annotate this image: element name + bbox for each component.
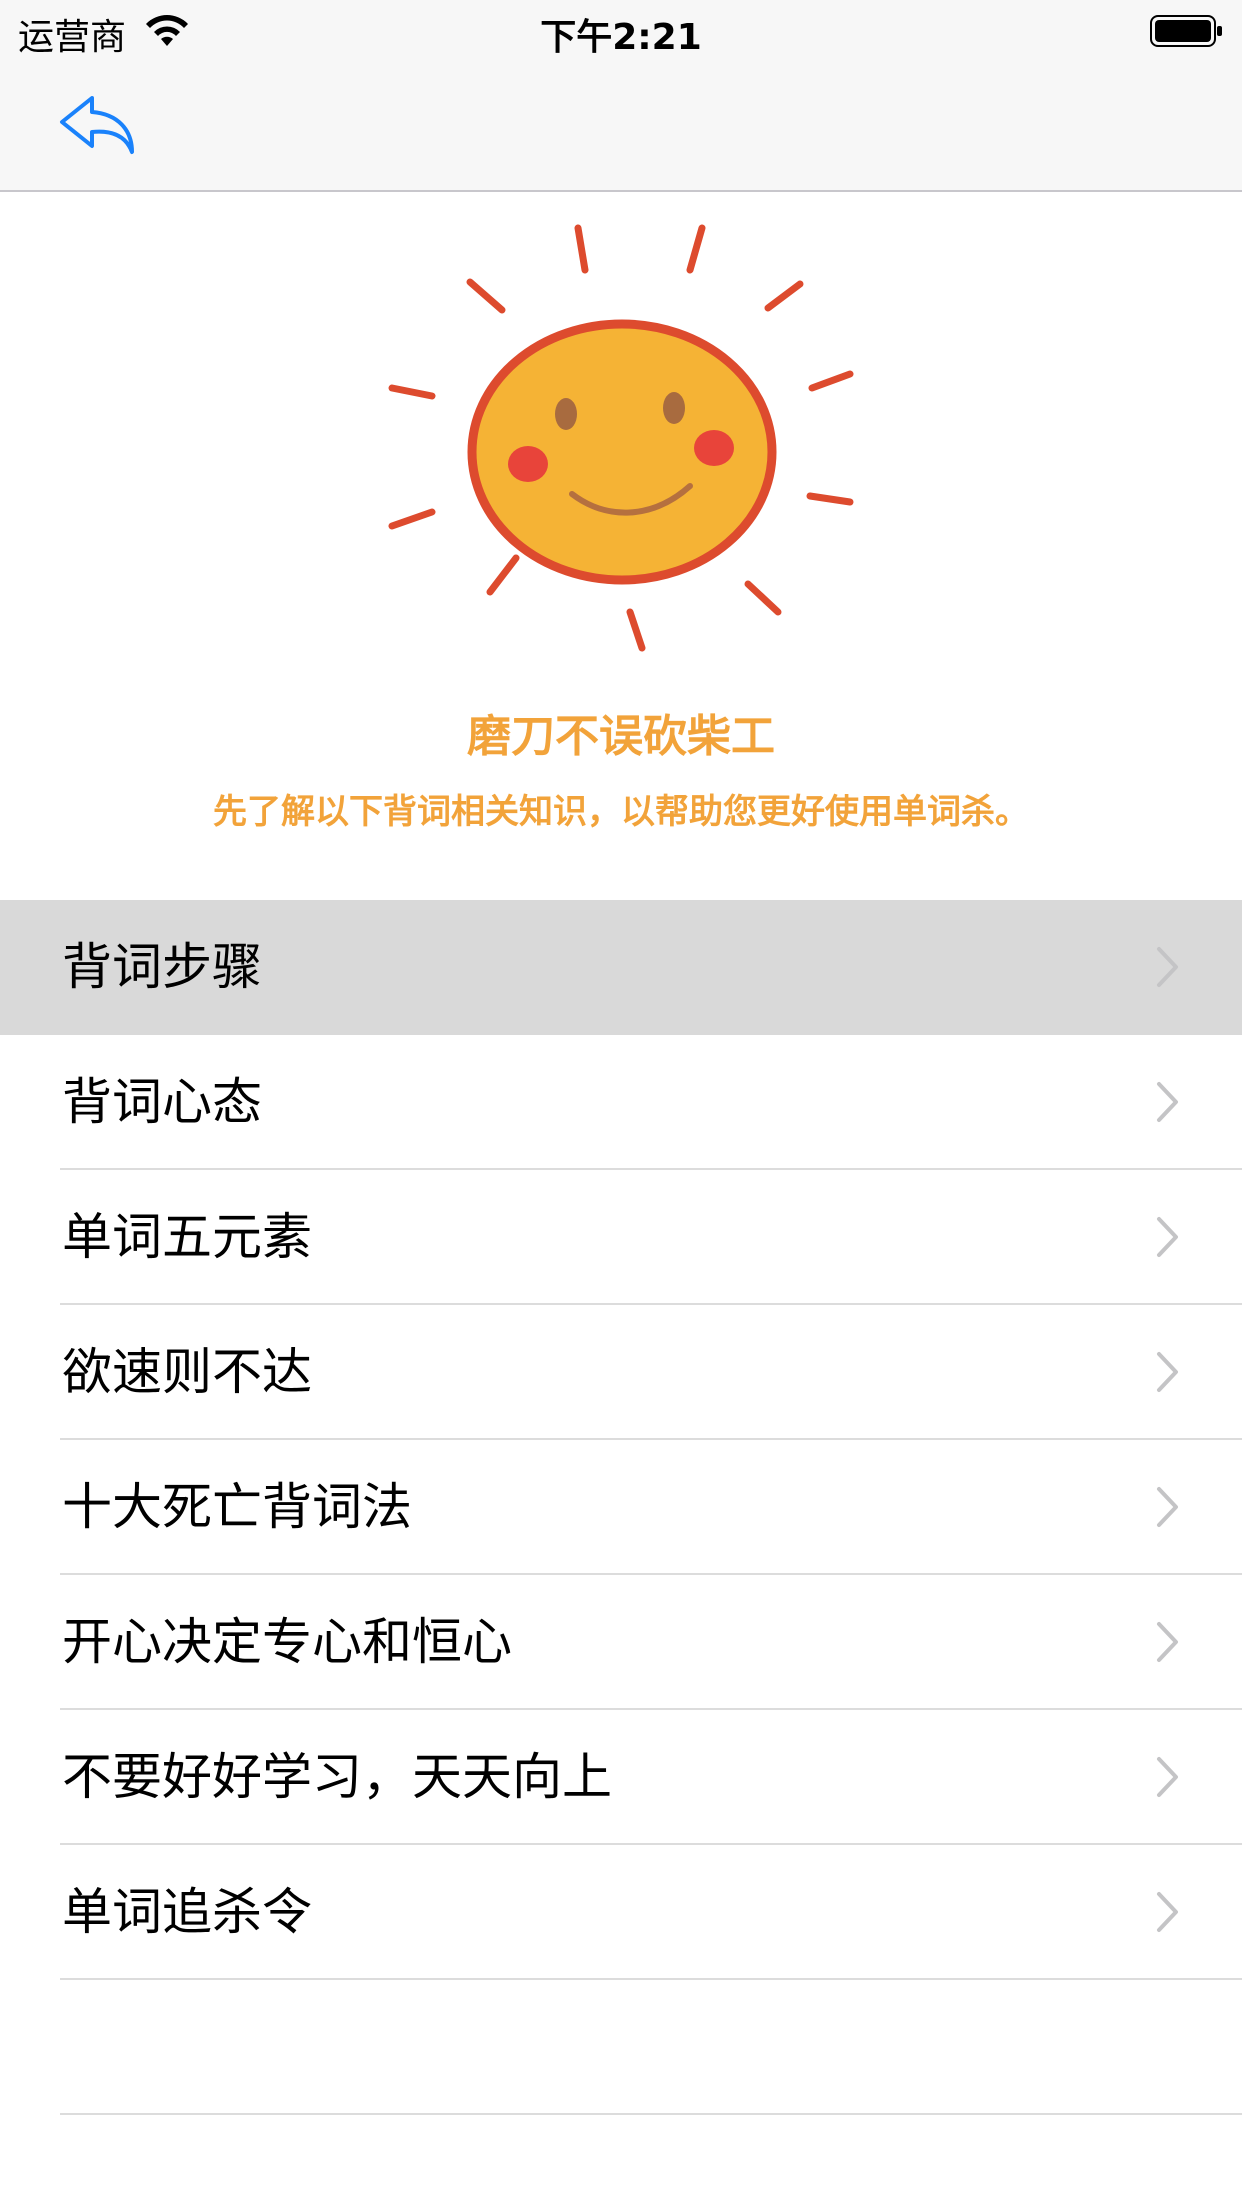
row-separator — [60, 2113, 1242, 2115]
page-headline: 磨刀不误砍柴工 — [467, 711, 775, 762]
list-item-label: 背词步骤 — [62, 938, 262, 996]
navigation-bar — [0, 60, 1242, 192]
page-subtitle: 先了解以下背词相关知识，以帮助您更好使用单词杀。 — [213, 792, 1029, 832]
list-item[interactable]: 背词步骤 — [0, 900, 1242, 1035]
chevron-right-icon — [1157, 1622, 1178, 1662]
list-item[interactable]: 十大死亡背词法 — [0, 1440, 1242, 1575]
list-item[interactable]: 开心决定专心和恒心 — [0, 1575, 1242, 1710]
list-item-label: 不要好好学习，天天向上 — [62, 1748, 612, 1806]
status-time: 下午2:21 — [540, 17, 702, 58]
list-item-label: 十大死亡背词法 — [62, 1478, 412, 1536]
status-bar: 运营商 下午2:21 — [0, 0, 1242, 60]
screen: 运营商 下午2:21 磨刀不误砍柴工 先了解以下背词相关知识，以帮助您更好使用单… — [0, 0, 1242, 2208]
chevron-right-icon — [1157, 1757, 1178, 1797]
list-item-label: 背词心态 — [62, 1073, 262, 1131]
list-item-label: 单词追杀令 — [62, 1883, 312, 1941]
chevron-right-icon — [1157, 1892, 1178, 1932]
chevron-right-icon — [1157, 947, 1178, 987]
chevron-right-icon — [1157, 1082, 1178, 1122]
battery-icon — [1150, 15, 1222, 47]
back-arrow-icon[interactable] — [56, 90, 140, 160]
list-item-label: 单词五元素 — [62, 1208, 312, 1266]
topic-list: 背词步骤 背词心态 单词五元素 欲速则不达 十大死亡背词法 开心决定专心和恒心 — [0, 900, 1242, 2115]
list-item[interactable]: 单词追杀令 — [0, 1845, 1242, 1980]
list-item[interactable]: 不要好好学习，天天向上 — [0, 1710, 1242, 1845]
chevron-right-icon — [1157, 1352, 1178, 1392]
list-item[interactable]: 背词心态 — [0, 1035, 1242, 1170]
list-item-label: 开心决定专心和恒心 — [62, 1613, 512, 1671]
chevron-right-icon — [1157, 1217, 1178, 1257]
list-item[interactable]: 欲速则不达 — [0, 1305, 1242, 1440]
list-item-label: 欲速则不达 — [62, 1343, 312, 1401]
empty-list-row — [0, 1980, 1242, 2115]
list-item[interactable]: 单词五元素 — [0, 1170, 1242, 1305]
chevron-right-icon — [1157, 1487, 1178, 1527]
smiling-sun-icon — [388, 224, 854, 652]
